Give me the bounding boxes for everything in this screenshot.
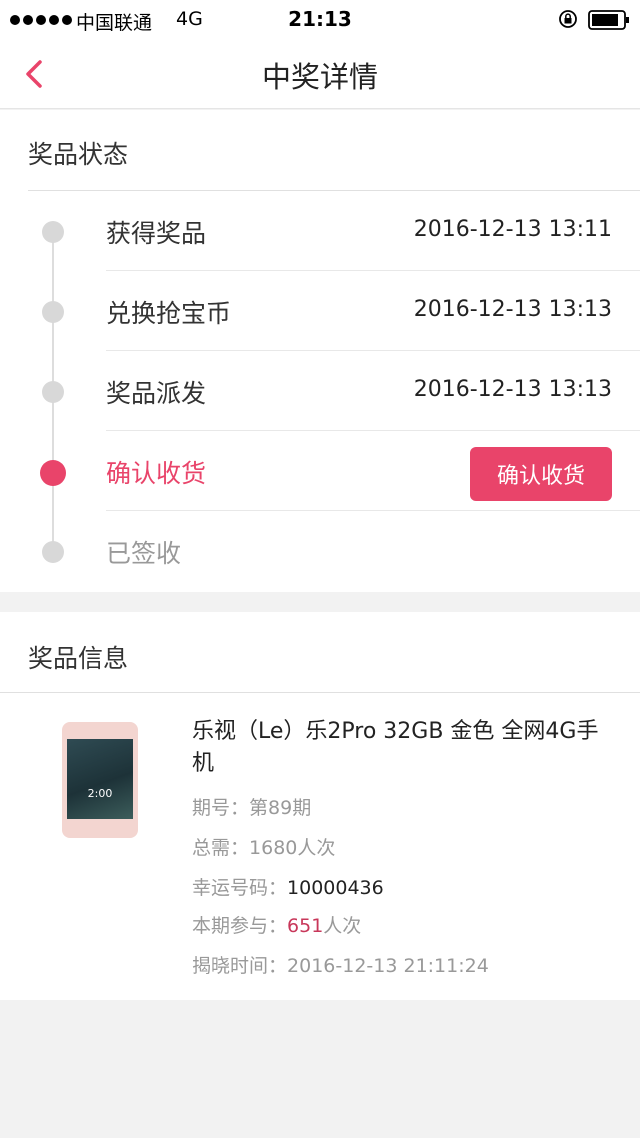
participation-row: 本期参与：651人次 [192,911,361,938]
product-name[interactable]: 乐视（Le）乐2Pro 32GB 金色 全网4G手机 [192,716,602,780]
step-dot [42,541,64,563]
status-step-dispatch: 奖品派发 2016-12-13 13:13 [0,351,640,431]
status-step-exchange: 兑换抢宝币 2016-12-13 13:13 [0,271,640,351]
lucky-number-label: 幸运号码： [192,877,288,899]
period-label: 期号： [192,797,250,819]
confirm-receipt-button[interactable]: 确认收货 [470,447,612,501]
product-image[interactable]: 2:00 [62,722,138,838]
section-divider [0,692,640,693]
step-time: 2016-12-13 13:13 [413,377,612,402]
status-step-obtained: 获得奖品 2016-12-13 13:11 [0,191,640,271]
step-time: 2016-12-13 13:13 [413,297,612,322]
step-label: 获得奖品 [106,219,207,248]
product-screen-clock: 2:00 [87,787,113,800]
prize-info-section: 奖品信息 2:00 乐视（Le）乐2Pro 32GB 金色 全网4G手机 期号：… [0,612,640,1000]
step-dot [42,381,64,403]
step-label: 已签收 [106,539,182,568]
lucky-number-row: 幸运号码：10000436 [192,873,384,900]
prize-info-title: 奖品信息 [28,644,129,673]
prize-status-section: 奖品状态 获得奖品 2016-12-13 13:11 兑换抢宝币 2016-12… [0,110,640,592]
rotation-lock-icon [559,10,577,28]
status-bar: 中国联通 4G 21:13 [0,0,640,40]
status-step-confirm: 确认收货 确认收货 [0,431,640,511]
total-label: 总需： [192,837,250,859]
period-row: 期号：第89期 [192,793,311,820]
status-step-signed: 已签收 [0,511,640,591]
reveal-time-value: 2016-12-13 21:11:24 [287,955,489,977]
status-time: 21:13 [288,7,352,31]
step-label: 奖品派发 [106,379,207,408]
navigation-bar: 中奖详情 [0,40,640,109]
lucky-number-value: 10000436 [287,877,384,899]
reveal-time-label: 揭晓时间： [192,955,288,977]
prize-status-title: 奖品状态 [28,140,129,169]
step-label: 确认收货 [106,459,207,488]
participation-count: 651 [287,915,324,937]
step-time: 2016-12-13 13:11 [413,217,612,242]
battery-icon [588,10,629,30]
step-dot [42,221,64,243]
participation-unit: 人次 [323,915,362,937]
total-row: 总需：1680人次 [192,833,335,860]
page-title: 中奖详情 [261,60,378,94]
step-label: 兑换抢宝币 [106,299,232,328]
reveal-time-row: 揭晓时间：2016-12-13 21:11:24 [192,951,489,978]
total-value: 1680人次 [249,837,336,859]
product-screen: 2:00 [67,739,133,819]
participation-label: 本期参与： [192,915,288,937]
period-value: 第89期 [249,797,312,819]
step-dot [42,301,64,323]
step-dot-active [40,460,66,486]
